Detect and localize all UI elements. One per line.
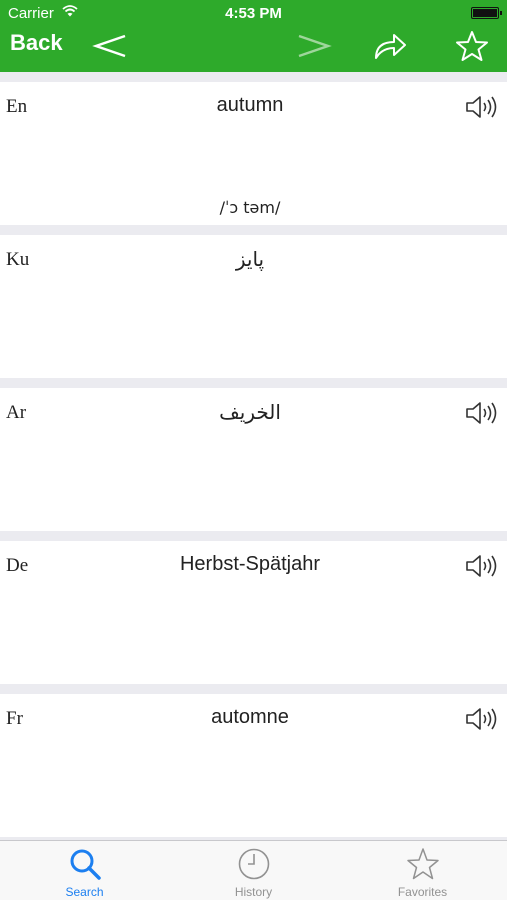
language-code: En — [6, 96, 28, 117]
translated-word: الخريف — [219, 402, 281, 424]
speaker-icon[interactable] — [465, 94, 499, 120]
back-button[interactable]: Back — [10, 30, 63, 56]
tab-favorites[interactable]: Favorites — [338, 841, 507, 900]
translated-word: پایز — [235, 249, 265, 271]
navigation-bar: Carrier 4:53 PM Back — [0, 0, 507, 72]
clock-icon — [238, 848, 270, 880]
translated-word: Herbst-Spätjahr — [179, 553, 321, 575]
battery-icon — [471, 7, 502, 19]
phonetic-transcription: /ˈɔ təm/ — [219, 198, 281, 217]
speaker-icon[interactable] — [465, 706, 499, 732]
magnifier-icon — [70, 849, 101, 880]
chevron-left-icon[interactable] — [92, 30, 128, 62]
star-icon — [407, 848, 439, 880]
tab-search[interactable]: Search — [0, 841, 169, 900]
translation-list: En autumn /ˈɔ təm/ Ku پایز Ar الخريف De … — [0, 72, 507, 840]
tab-label: History — [234, 885, 273, 899]
speaker-icon[interactable] — [465, 553, 499, 579]
tab-label: Search — [65, 885, 104, 899]
translation-entry-de: De Herbst-Spätjahr — [0, 541, 507, 684]
speaker-icon[interactable] — [465, 400, 499, 426]
language-code: Ku — [6, 249, 30, 270]
language-code: Ar — [6, 402, 27, 423]
status-bar: Carrier 4:53 PM — [0, 0, 507, 26]
chevron-right-icon[interactable] — [296, 30, 332, 62]
status-time: 4:53 PM — [225, 5, 282, 22]
translation-entry-fr: Fr automne — [0, 694, 507, 837]
translation-entry-en: En autumn /ˈɔ təm/ — [0, 82, 507, 225]
translation-entry-ku: Ku پایز — [0, 235, 507, 378]
tab-history[interactable]: History — [169, 841, 338, 900]
star-icon[interactable] — [454, 30, 490, 62]
translated-word: automne — [211, 706, 289, 728]
translated-word: autumn — [216, 94, 284, 116]
tab-bar: Search History Favorites — [0, 840, 507, 900]
tab-label: Favorites — [397, 885, 448, 899]
share-icon[interactable] — [372, 30, 408, 62]
translation-entry-ar: Ar الخريف — [0, 388, 507, 531]
language-code: De — [6, 555, 29, 576]
language-code: Fr — [6, 708, 23, 729]
